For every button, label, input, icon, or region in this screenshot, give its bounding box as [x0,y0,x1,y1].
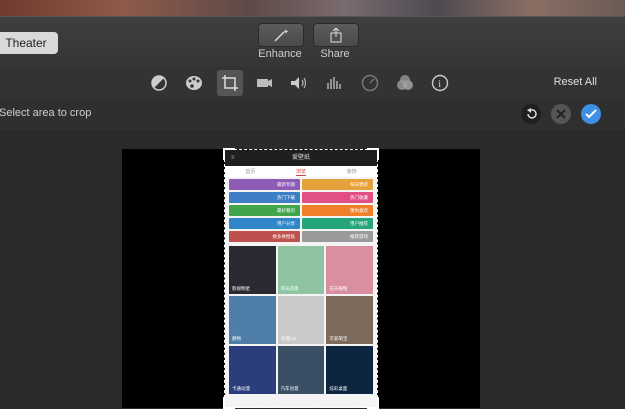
stabilization-icon[interactable] [253,72,275,94]
crop-handle[interactable] [367,397,379,409]
filter-icon[interactable] [394,72,416,94]
share-label: Share [320,48,350,60]
crop-handle[interactable] [223,397,235,409]
crop-bar: Select area to crop [0,100,625,130]
svg-text:✦: ✦ [283,28,289,36]
close-icon [556,109,566,119]
color-correction-icon[interactable] [183,72,205,94]
cancel-button[interactable] [551,104,571,124]
magic-wand-icon: ✦ [274,28,289,42]
share-icon [330,27,342,43]
adjustments-bar: i Reset All [0,66,625,101]
enhance-label: Enhance [258,48,302,60]
crop-handle[interactable] [367,148,379,160]
volume-icon[interactable] [288,72,310,94]
info-icon[interactable]: i [429,72,451,94]
enhance-button[interactable]: ✦ [258,23,304,47]
color-balance-icon[interactable] [148,72,170,94]
checkmark-icon [585,109,597,119]
top-toolbar: Theater ✦ Enhance Share [0,16,625,68]
apply-button[interactable] [581,104,601,124]
speed-icon[interactable] [359,72,381,94]
share-button[interactable] [313,23,359,47]
crop-icon[interactable] [217,70,243,96]
equalizer-icon[interactable] [323,72,345,94]
svg-text:i: i [438,79,441,90]
reset-all-button[interactable]: Reset All [554,76,597,88]
crop-rectangle[interactable] [223,148,379,409]
desktop-background [0,0,625,16]
undo-button[interactable] [521,104,541,124]
crop-instruction: Select area to crop [0,107,92,119]
crop-handle[interactable] [223,148,235,160]
undo-icon [527,108,537,119]
theater-button[interactable]: Theater [0,32,58,54]
